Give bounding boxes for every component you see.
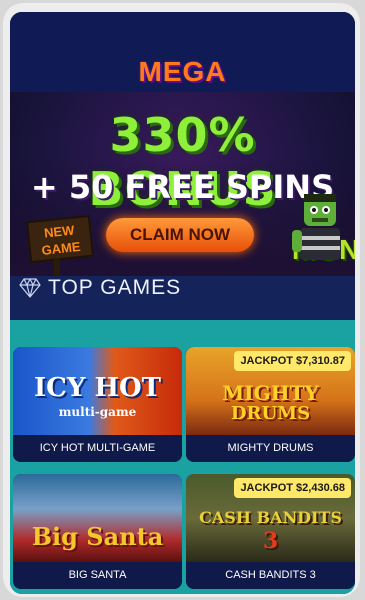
game-card-big-santa[interactable]: Big Santa BIG SANTA [13, 474, 182, 589]
new-game-sign: NEW GAME [25, 214, 95, 264]
game-name: BIG SANTA [13, 562, 182, 589]
game-art-mighty-drums: MIGHTY DRUMS JACKPOT $7,310.87 [186, 347, 355, 435]
game-name: MIGHTY DRUMS [186, 435, 355, 462]
game-name: ICY HOT MULTI-GAME [13, 435, 182, 462]
art-subtitle: 3 [262, 528, 279, 554]
game-card-mighty-drums[interactable]: MIGHTY DRUMS JACKPOT $7,310.87 MIGHTY DR… [186, 347, 355, 462]
jackpot-badge: JACKPOT $7,310.87 [234, 351, 351, 371]
game-art-icy-hot: ICY HOT multi-game [13, 347, 182, 435]
claim-now-button[interactable]: CLAIM NOW [106, 218, 254, 252]
promo-banner[interactable]: MEGAMONSTER 330% BONUS + 50 FREE SPINS N… [10, 12, 355, 276]
art-title: CASH BANDITS [199, 508, 342, 527]
section-title: TOP GAMES [48, 276, 182, 299]
game-name: CASH BANDITS 3 [186, 562, 355, 589]
mega-monster-logo: MEGAMONSTER [10, 56, 356, 265]
app-screen: MEGAMONSTER 330% BONUS + 50 FREE SPINS N… [10, 12, 355, 594]
monster-character-icon [292, 194, 340, 260]
diamond-icon [19, 278, 41, 298]
game-art-big-santa: Big Santa [13, 474, 182, 562]
game-art-cash-bandits-3: CASH BANDITS 3 JACKPOT $2,430.68 [186, 474, 355, 562]
game-card-icy-hot[interactable]: ICY HOT multi-game ICY HOT MULTI-GAME [13, 347, 182, 462]
art-title: ICY HOT [33, 373, 162, 403]
art-subtitle: multi-game [58, 405, 137, 419]
logo-mega-text: MEGA [138, 56, 227, 87]
art-title: Big Santa [31, 522, 164, 551]
games-grid: ICY HOT multi-game ICY HOT MULTI-GAME MI… [10, 320, 355, 594]
art-title: MIGHTY [222, 381, 319, 405]
art-subtitle: DRUMS [230, 403, 311, 424]
jackpot-badge: JACKPOT $2,430.68 [234, 478, 351, 498]
sign-post [54, 258, 60, 276]
game-card-cash-bandits-3[interactable]: CASH BANDITS 3 JACKPOT $2,430.68 CASH BA… [186, 474, 355, 589]
